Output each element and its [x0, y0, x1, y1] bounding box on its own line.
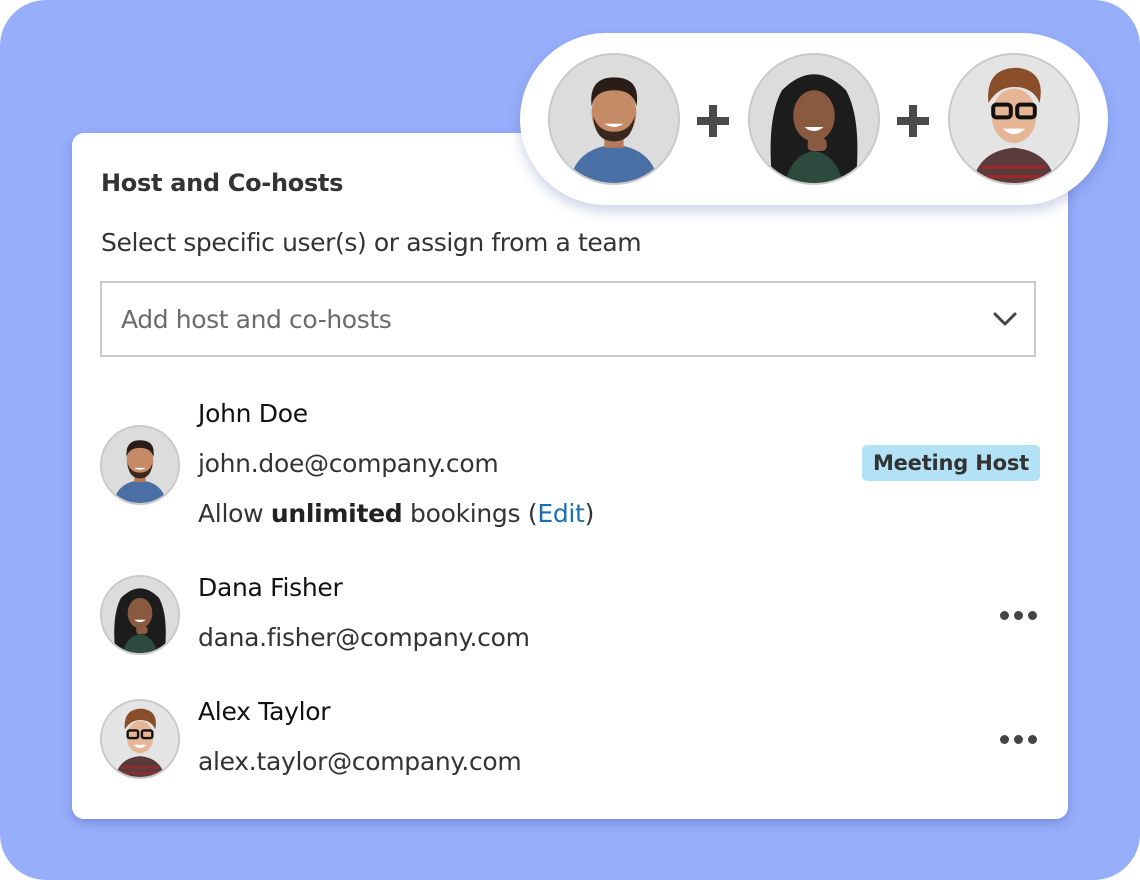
pill-avatar-alex-taylor — [948, 53, 1080, 185]
booking-limit-value: unlimited — [270, 499, 403, 528]
host-select-dropdown[interactable]: Add host and co-hosts — [100, 281, 1036, 357]
edit-booking-link[interactable]: Edit — [537, 499, 585, 528]
pill-avatar-dana-fisher — [748, 53, 880, 185]
user-email: alex.taylor@company.com — [198, 747, 522, 776]
host-cohosts-card: Host and Co-hosts Select specific user(s… — [72, 133, 1068, 819]
user-row-dana-fisher: Dana Fisher dana.fisher@company.com — [100, 573, 1040, 663]
host-select-placeholder: Add host and co-hosts — [121, 305, 392, 334]
woman-curly-hair-avatar-icon — [102, 577, 178, 653]
plus-icon — [897, 105, 929, 137]
woman-curly-hair-avatar-icon — [750, 55, 878, 183]
user-name: Dana Fisher — [198, 573, 343, 602]
avatar-alex-taylor — [100, 699, 180, 779]
user-email: dana.fisher@company.com — [198, 623, 530, 652]
section-subtitle: Select specific user(s) or assign from a… — [101, 228, 642, 257]
hosts-avatar-group — [520, 33, 1108, 205]
man-glasses-avatar-icon — [102, 701, 178, 777]
user-row-john-doe: John Doe john.doe@company.com Allow unli… — [100, 395, 1040, 535]
user-name: John Doe — [198, 399, 308, 428]
more-options-button[interactable] — [1000, 731, 1040, 747]
man-glasses-avatar-icon — [950, 55, 1078, 183]
booking-close-paren: ) — [584, 499, 595, 528]
more-options-button[interactable] — [1000, 607, 1040, 623]
user-name: Alex Taylor — [198, 697, 331, 726]
user-email: john.doe@company.com — [198, 449, 499, 478]
avatar-john-doe — [100, 425, 180, 505]
man-beard-avatar-icon — [550, 55, 678, 183]
booking-prefix: Allow — [198, 499, 271, 528]
man-beard-avatar-icon — [102, 427, 178, 503]
booking-limit-text: Allow unlimited bookings (Edit) — [198, 499, 594, 528]
section-title: Host and Co-hosts — [101, 169, 344, 197]
meeting-host-badge: Meeting Host — [861, 445, 1040, 481]
plus-icon — [697, 105, 729, 137]
user-row-alex-taylor: Alex Taylor alex.taylor@company.com — [100, 697, 1040, 787]
pill-avatar-john-doe — [548, 53, 680, 185]
avatar-dana-fisher — [100, 575, 180, 655]
chevron-down-icon[interactable] — [992, 309, 1018, 329]
booking-suffix: bookings ( — [402, 499, 538, 528]
